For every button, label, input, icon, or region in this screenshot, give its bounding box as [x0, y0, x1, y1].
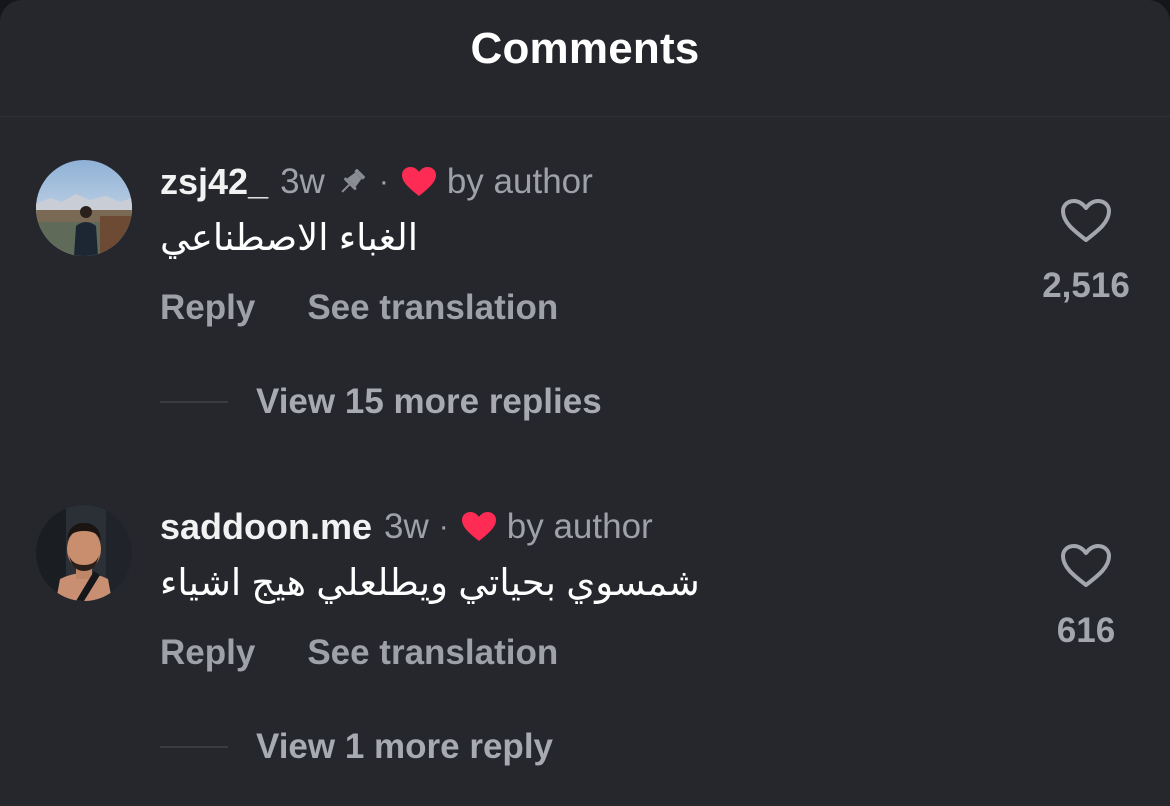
comments-header: Comments — [0, 0, 1170, 117]
heart-outline-icon[interactable] — [1060, 543, 1112, 589]
comment-actions: Reply See translation — [160, 633, 558, 673]
replies-divider — [160, 746, 228, 748]
view-replies-button[interactable]: View 1 more reply — [160, 727, 553, 767]
like-control: 2,516 — [1020, 198, 1152, 306]
view-replies-label: View 1 more reply — [256, 727, 554, 766]
reply-button[interactable]: Reply — [160, 288, 255, 328]
timestamp: 3w — [280, 162, 325, 201]
comments-sheet: Comments zsj42_ 3w · by author الغباء ال… — [0, 0, 1170, 806]
comment-meta: zsj42_ 3w · by author — [160, 160, 593, 204]
view-replies-label: View 15 more replies — [256, 382, 602, 421]
avatar[interactable] — [36, 160, 132, 256]
see-translation-button[interactable]: See translation — [307, 633, 558, 673]
reply-button[interactable]: Reply — [160, 633, 255, 673]
heart-filled-icon — [401, 166, 437, 198]
author-liked-label: by author — [446, 162, 593, 201]
pin-icon — [335, 165, 369, 199]
page-title: Comments — [470, 24, 700, 73]
separator-dot: · — [438, 510, 449, 543]
username[interactable]: zsj42_ — [160, 161, 268, 203]
separator-dot: · — [378, 165, 389, 198]
view-replies-button[interactable]: View 15 more replies — [160, 382, 602, 422]
comment-meta: saddoon.me 3w · by author — [160, 505, 653, 549]
comment-item: saddoon.me 3w · by author شمسوي بحياتي و… — [0, 505, 1170, 795]
heart-filled-icon — [461, 511, 497, 543]
replies-divider — [160, 401, 228, 403]
see-translation-button[interactable]: See translation — [307, 288, 558, 328]
like-count: 2,516 — [1042, 266, 1130, 305]
author-liked-label: by author — [506, 507, 653, 546]
like-control: 616 — [1020, 543, 1152, 651]
comment-item: zsj42_ 3w · by author الغباء الاصطناعي R… — [0, 160, 1170, 450]
avatar[interactable] — [36, 505, 132, 601]
heart-outline-icon[interactable] — [1060, 198, 1112, 244]
timestamp: 3w — [384, 507, 429, 546]
username[interactable]: saddoon.me — [160, 506, 372, 548]
like-count: 616 — [1056, 611, 1116, 650]
comment-text: شمسوي بحياتي ويطلعلي هيج اشياء — [160, 562, 700, 603]
comment-actions: Reply See translation — [160, 288, 558, 328]
comment-text: الغباء الاصطناعي — [160, 217, 419, 258]
